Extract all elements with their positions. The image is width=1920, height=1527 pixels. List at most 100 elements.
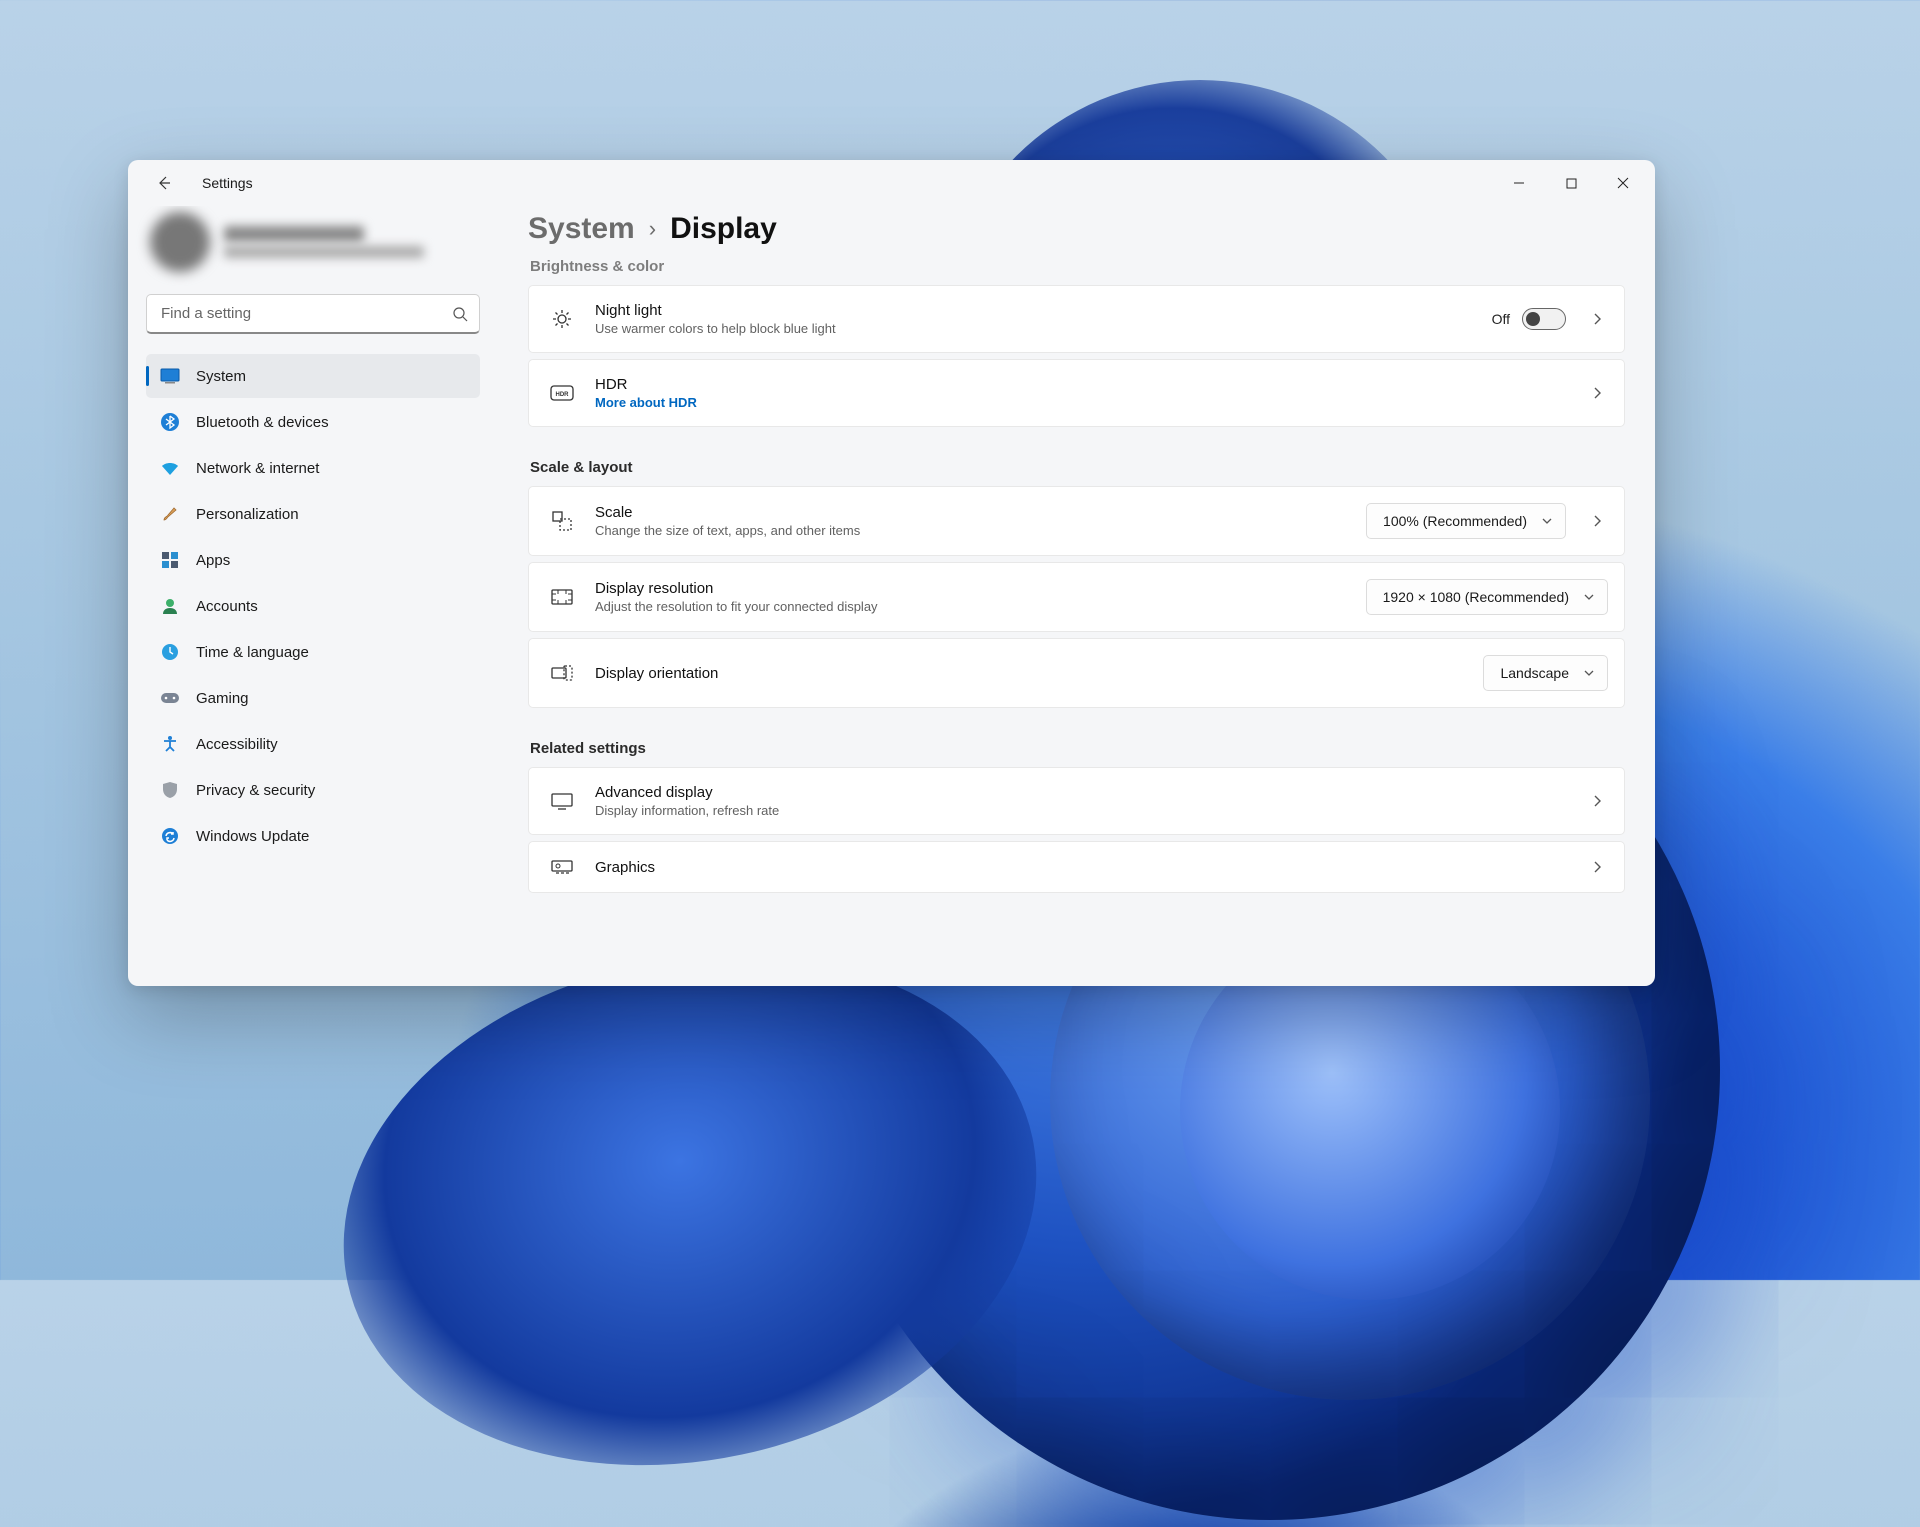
sidebar-item-windows-update[interactable]: Windows Update bbox=[146, 814, 480, 858]
chevron-down-icon bbox=[1541, 517, 1553, 525]
setting-title: Scale bbox=[595, 504, 1346, 521]
setting-subtitle: Display information, refresh rate bbox=[595, 803, 1566, 818]
sidebar-item-apps[interactable]: Apps bbox=[146, 538, 480, 582]
close-icon bbox=[1617, 177, 1629, 189]
svg-text:HDR: HDR bbox=[556, 392, 570, 398]
resolution-dropdown[interactable]: 1920 × 1080 (Recommended) bbox=[1366, 579, 1608, 615]
hdr-icon: HDR bbox=[549, 385, 575, 401]
sidebar-item-label: Privacy & security bbox=[196, 782, 315, 799]
update-icon bbox=[160, 826, 180, 846]
section-header-related: Related settings bbox=[530, 740, 1625, 757]
night-light-toggle[interactable] bbox=[1522, 308, 1566, 330]
setting-title: Night light bbox=[595, 302, 1472, 319]
sidebar-item-label: Personalization bbox=[196, 506, 299, 523]
sidebar-item-label: Accounts bbox=[196, 598, 258, 615]
chevron-right-icon[interactable] bbox=[1586, 386, 1608, 400]
sidebar-item-gaming[interactable]: Gaming bbox=[146, 676, 480, 720]
profile-block[interactable] bbox=[146, 206, 480, 294]
sidebar-item-system[interactable]: System bbox=[146, 354, 480, 398]
sidebar-item-label: Time & language bbox=[196, 644, 309, 661]
minimize-icon bbox=[1513, 177, 1525, 189]
search-icon bbox=[452, 306, 468, 322]
arrow-left-icon bbox=[156, 175, 172, 191]
search-box[interactable] bbox=[146, 294, 480, 334]
shield-icon bbox=[160, 780, 180, 800]
search-input[interactable] bbox=[146, 294, 480, 334]
setting-orientation[interactable]: Display orientation Landscape bbox=[528, 638, 1625, 708]
bluetooth-icon bbox=[160, 412, 180, 432]
breadcrumb-current: Display bbox=[670, 212, 777, 246]
setting-title: Display resolution bbox=[595, 580, 1346, 597]
setting-title: Graphics bbox=[595, 859, 1566, 876]
sidebar-item-label: Network & internet bbox=[196, 460, 319, 477]
setting-title: HDR bbox=[595, 376, 1566, 393]
toggle-state-label: Off bbox=[1492, 311, 1510, 327]
wifi-icon bbox=[160, 458, 180, 478]
main-content: System › Display Brightness & color Nigh… bbox=[498, 206, 1655, 986]
maximize-icon bbox=[1566, 178, 1577, 189]
profile-email-redacted bbox=[224, 246, 424, 258]
minimize-button[interactable] bbox=[1493, 164, 1545, 202]
resolution-icon bbox=[549, 588, 575, 606]
sidebar-item-accounts[interactable]: Accounts bbox=[146, 584, 480, 628]
sidebar-item-label: Bluetooth & devices bbox=[196, 414, 329, 431]
orientation-icon bbox=[549, 664, 575, 682]
setting-night-light[interactable]: Night light Use warmer colors to help bl… bbox=[528, 285, 1625, 353]
setting-subtitle: Adjust the resolution to fit your connec… bbox=[595, 599, 1346, 614]
hdr-more-link[interactable]: More about HDR bbox=[595, 395, 1566, 410]
sidebar-item-accessibility[interactable]: Accessibility bbox=[146, 722, 480, 766]
profile-name-redacted bbox=[224, 226, 364, 242]
chevron-right-icon[interactable] bbox=[1586, 794, 1608, 808]
sidebar: System Bluetooth & devices Network & int… bbox=[128, 206, 498, 986]
orientation-dropdown[interactable]: Landscape bbox=[1483, 655, 1608, 691]
chevron-down-icon bbox=[1583, 669, 1595, 677]
sidebar-item-label: System bbox=[196, 368, 246, 385]
dropdown-value: Landscape bbox=[1500, 665, 1569, 681]
titlebar: Settings bbox=[128, 160, 1655, 206]
chevron-right-icon: › bbox=[649, 216, 656, 242]
setting-scale[interactable]: Scale Change the size of text, apps, and… bbox=[528, 486, 1625, 556]
setting-subtitle: Change the size of text, apps, and other… bbox=[595, 523, 1346, 538]
brush-icon bbox=[160, 504, 180, 524]
chevron-right-icon[interactable] bbox=[1586, 312, 1608, 326]
sidebar-item-label: Apps bbox=[196, 552, 230, 569]
dropdown-value: 1920 × 1080 (Recommended) bbox=[1383, 589, 1569, 605]
back-button[interactable] bbox=[146, 165, 182, 201]
sidebar-item-network[interactable]: Network & internet bbox=[146, 446, 480, 490]
person-icon bbox=[160, 596, 180, 616]
setting-subtitle: Use warmer colors to help block blue lig… bbox=[595, 321, 1472, 336]
sidebar-item-time-language[interactable]: Time & language bbox=[146, 630, 480, 674]
sidebar-item-label: Windows Update bbox=[196, 828, 309, 845]
monitor-icon bbox=[549, 792, 575, 810]
apps-icon bbox=[160, 550, 180, 570]
sidebar-item-personalization[interactable]: Personalization bbox=[146, 492, 480, 536]
avatar bbox=[150, 212, 210, 272]
chevron-right-icon[interactable] bbox=[1586, 514, 1608, 528]
scale-dropdown[interactable]: 100% (Recommended) bbox=[1366, 503, 1566, 539]
graphics-icon bbox=[549, 858, 575, 876]
setting-hdr[interactable]: HDR HDR More about HDR bbox=[528, 359, 1625, 427]
window-title: Settings bbox=[202, 175, 253, 191]
scale-icon bbox=[549, 510, 575, 532]
close-button[interactable] bbox=[1597, 164, 1649, 202]
maximize-button[interactable] bbox=[1545, 164, 1597, 202]
setting-advanced-display[interactable]: Advanced display Display information, re… bbox=[528, 767, 1625, 835]
sidebar-item-bluetooth[interactable]: Bluetooth & devices bbox=[146, 400, 480, 444]
system-icon bbox=[160, 366, 180, 386]
chevron-right-icon[interactable] bbox=[1586, 860, 1608, 874]
breadcrumb-parent[interactable]: System bbox=[528, 212, 635, 246]
dropdown-value: 100% (Recommended) bbox=[1383, 513, 1527, 529]
nav-list: System Bluetooth & devices Network & int… bbox=[146, 354, 480, 858]
breadcrumb: System › Display bbox=[528, 212, 1625, 246]
setting-title: Display orientation bbox=[595, 665, 1463, 682]
setting-title: Advanced display bbox=[595, 784, 1566, 801]
sidebar-item-label: Gaming bbox=[196, 690, 249, 707]
setting-graphics[interactable]: Graphics bbox=[528, 841, 1625, 893]
setting-resolution[interactable]: Display resolution Adjust the resolution… bbox=[528, 562, 1625, 632]
sidebar-item-privacy[interactable]: Privacy & security bbox=[146, 768, 480, 812]
globe-clock-icon bbox=[160, 642, 180, 662]
night-light-icon bbox=[549, 308, 575, 330]
section-header-brightness: Brightness & color bbox=[530, 258, 1625, 275]
sidebar-item-label: Accessibility bbox=[196, 736, 278, 753]
settings-window: Settings bbox=[128, 160, 1655, 986]
